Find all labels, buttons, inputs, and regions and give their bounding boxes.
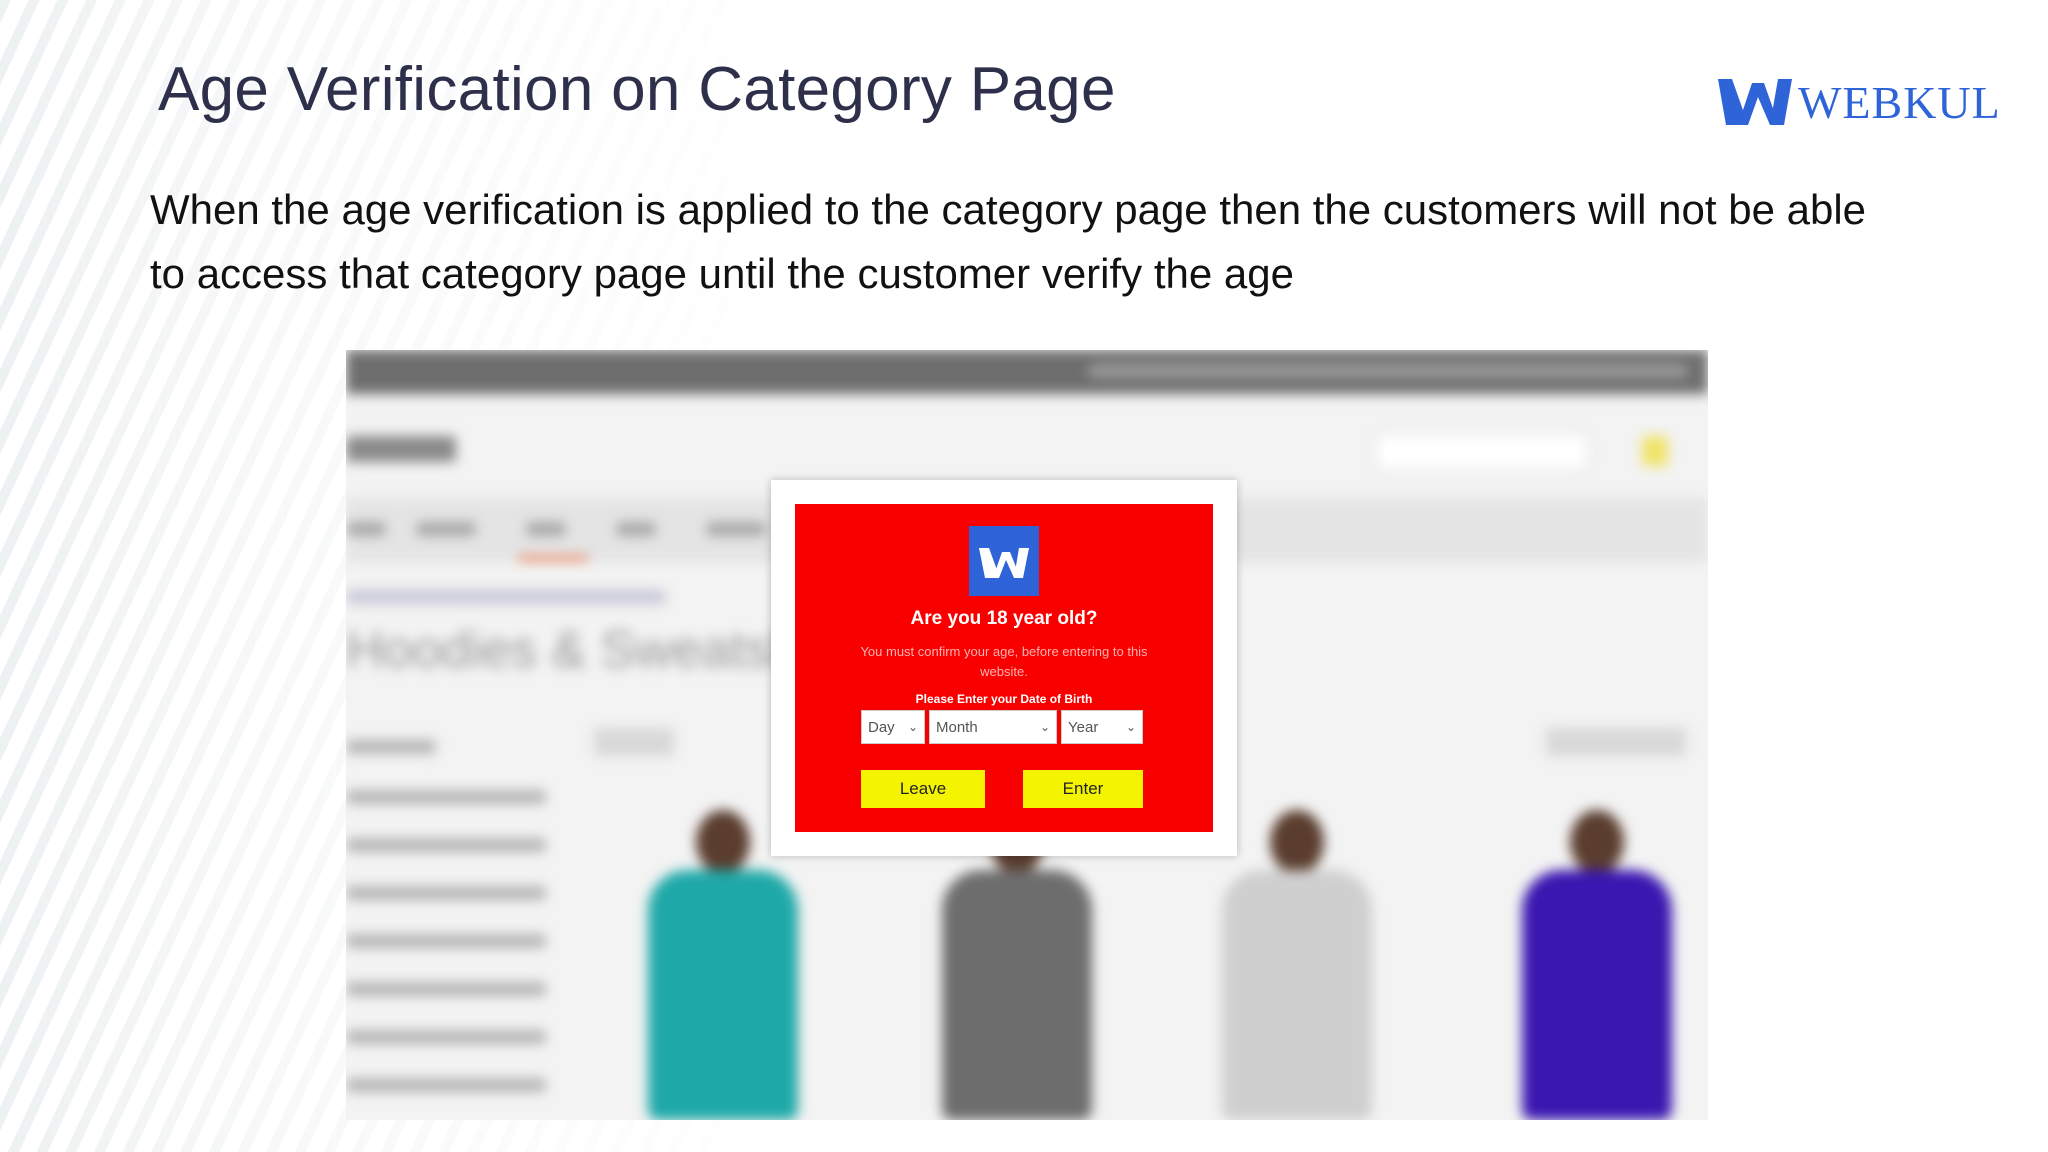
chevron-down-icon: ⌄ [1125,720,1136,734]
year-select[interactable]: Year ⌄ [1061,710,1143,744]
day-select[interactable]: Day ⌄ [861,710,925,744]
enter-button[interactable]: Enter [1023,770,1143,808]
slide-title: Age Verification on Category Page [158,55,1116,124]
store-screenshot: Hoodies & Sweatshirts Are you 18 year ol… [346,350,1708,1120]
webkul-logo: WEBKUL [1716,72,2001,132]
product-image [1222,810,1372,1120]
dob-label: Please Enter your Date of Birth [915,692,1093,706]
age-verification-panel: Are you 18 year old? You must confirm yo… [795,504,1213,832]
chevron-down-icon: ⌄ [907,720,918,734]
year-select-value: Year [1068,718,1099,736]
month-select[interactable]: Month ⌄ [929,710,1057,744]
day-select-value: Day [868,718,895,736]
webkul-logo-icon [1718,79,1792,125]
popup-subtitle: You must confirm your age, before enteri… [860,644,1148,679]
logo-text: WEBKUL [1798,76,2001,128]
webkul-logo-icon [969,526,1039,596]
age-verification-popup: Are you 18 year old? You must confirm yo… [771,480,1237,856]
chevron-down-icon: ⌄ [1039,720,1050,734]
product-image [1522,810,1672,1120]
month-select-value: Month [936,718,978,736]
leave-button[interactable]: Leave [861,770,985,808]
store-search-input [1376,434,1588,470]
popup-title: Are you 18 year old? [910,608,1098,629]
breadcrumb [346,590,666,604]
slide-description: When the age verification is applied to … [150,186,1867,297]
product-image [942,810,1092,1120]
product-image [648,810,798,1120]
store-top-bar [346,350,1708,394]
store-logo [346,436,456,462]
cart-icon [1642,436,1668,466]
